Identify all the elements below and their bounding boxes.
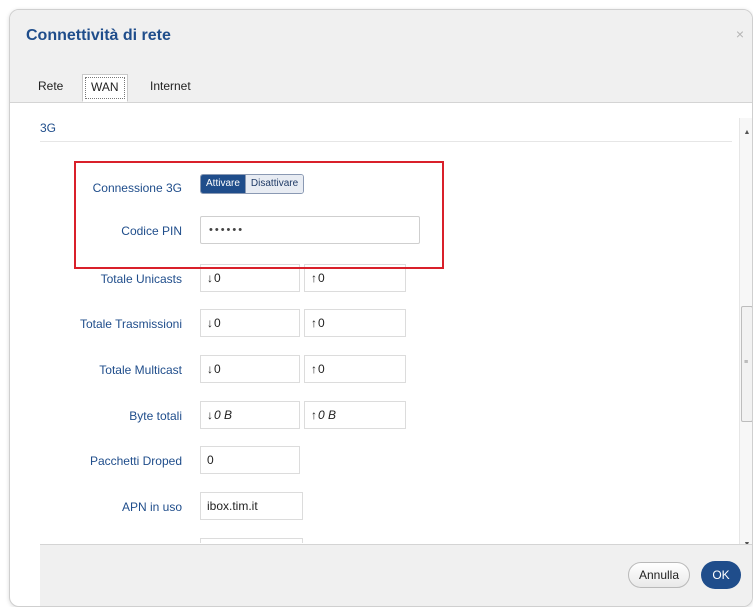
dialog-footer: Annulla OK	[40, 544, 752, 606]
scroll-up-icon[interactable]: ▲	[742, 128, 752, 138]
up-arrow-icon: ↑	[311, 271, 317, 285]
apn-row: APN in uso ibox.tim.it	[10, 492, 730, 522]
down-arrow-icon: ↓	[207, 408, 213, 422]
connection-toggle[interactable]: Attivare Disattivare	[200, 174, 305, 194]
stat-down-text: 0	[214, 316, 221, 330]
stat-up-value: ↑0	[304, 309, 406, 337]
activate-button[interactable]: Attivare	[201, 175, 245, 193]
connection-label: Connessione 3G	[92, 181, 182, 195]
stat-up-text: 0	[318, 362, 325, 376]
stat-down-text: 0	[214, 271, 221, 285]
stat-down-value: ↓0	[200, 309, 300, 337]
dialog-title: Connettività di rete	[26, 27, 171, 44]
network-connectivity-dialog: Connettività di rete × Rete WAN Internet…	[9, 9, 753, 607]
dialog-header: Connettività di rete × Rete WAN Internet	[10, 10, 752, 103]
apn-label: APN in uso	[121, 500, 182, 514]
stat-up-value: ↑0	[304, 355, 406, 383]
stat-label: Byte totali	[129, 409, 182, 423]
stat-row: Byte totali ↓0 B ↑0 B	[10, 401, 730, 431]
stat-row: Totale Trasmissioni ↓0 ↑0	[10, 309, 730, 339]
up-arrow-icon: ↑	[311, 316, 317, 330]
dropped-label: Pacchetti Droped	[89, 454, 182, 468]
down-arrow-icon: ↓	[207, 362, 213, 376]
section-divider	[40, 141, 732, 142]
grip-icon: ≡	[744, 359, 749, 366]
down-arrow-icon: ↓	[207, 271, 213, 285]
tab-wan[interactable]: WAN	[82, 74, 128, 102]
dialog-body: 3G Connessione 3G Attivare Disattivare C…	[10, 103, 752, 543]
stat-down-text: 0 B	[214, 408, 233, 422]
deactivate-button[interactable]: Disattivare	[244, 175, 304, 193]
up-arrow-icon: ↑	[311, 408, 317, 422]
stat-down-value: ↓0	[200, 264, 300, 292]
down-arrow-icon: ↓	[207, 316, 213, 330]
stat-label: Totale Trasmissioni	[79, 317, 182, 331]
stat-up-text: 0 B	[318, 408, 337, 422]
scroll-thumb[interactable]: ≡	[741, 306, 752, 422]
tab-internet[interactable]: Internet	[142, 74, 199, 100]
stat-up-text: 0	[318, 316, 325, 330]
vertical-scrollbar[interactable]: ▲ ≡ ▼	[739, 118, 752, 554]
stat-label: Totale Multicast	[99, 363, 182, 377]
up-arrow-icon: ↑	[311, 362, 317, 376]
stat-row: Totale Unicasts ↓0 ↑0	[10, 264, 730, 294]
section-title-3g: 3G	[40, 121, 57, 135]
stat-row: Totale Multicast ↓0 ↑0	[10, 355, 730, 385]
connection-row: Connessione 3G Attivare Disattivare	[10, 171, 730, 201]
apn-value: ibox.tim.it	[200, 492, 303, 520]
ok-button[interactable]: OK	[701, 561, 741, 589]
cancel-button[interactable]: Annulla	[628, 562, 690, 588]
stat-up-text: 0	[318, 271, 325, 285]
tab-rete[interactable]: Rete	[30, 74, 71, 100]
pin-label: Codice PIN	[121, 224, 182, 238]
stat-up-value: ↑0	[304, 264, 406, 292]
pin-input[interactable]: ••••••	[200, 216, 420, 244]
dropped-value: 0	[200, 446, 300, 474]
next-field-partial	[200, 538, 303, 543]
stat-up-value: ↑0 B	[304, 401, 406, 429]
pin-row: Codice PIN ••••••	[10, 216, 730, 246]
close-icon[interactable]: ×	[736, 26, 744, 42]
stat-down-text: 0	[214, 362, 221, 376]
stat-label: Totale Unicasts	[100, 272, 182, 286]
dropped-row: Pacchetti Droped 0	[10, 446, 730, 476]
stat-down-value: ↓0	[200, 355, 300, 383]
stat-down-value: ↓0 B	[200, 401, 300, 429]
